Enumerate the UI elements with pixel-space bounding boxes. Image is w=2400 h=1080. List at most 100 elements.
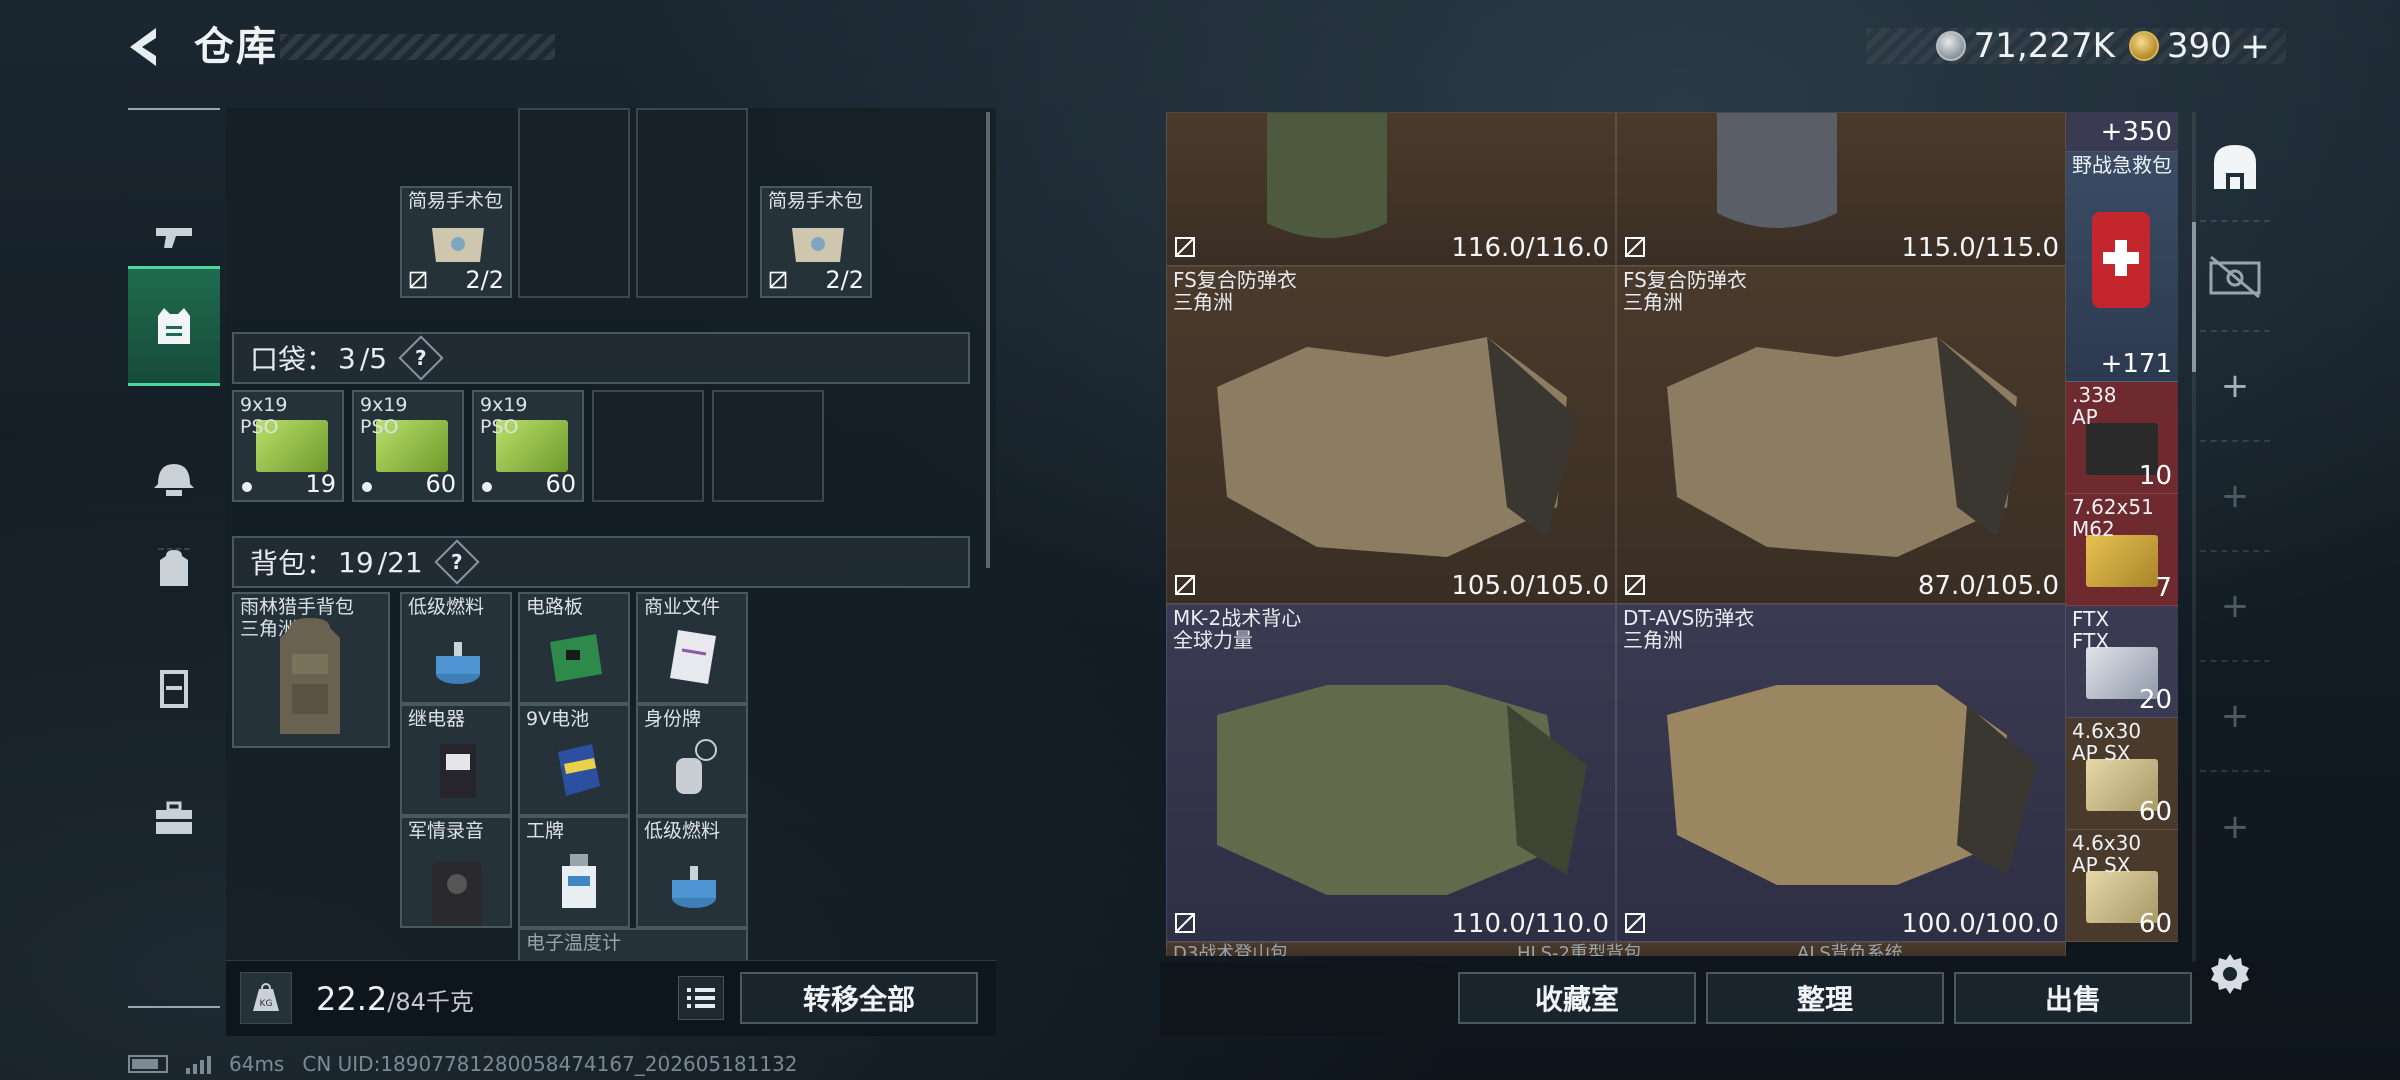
armor-image <box>1667 337 2027 557</box>
chest-rig-icon <box>160 670 188 708</box>
armor-image <box>1267 113 1387 238</box>
stash-tab-main[interactable] <box>2200 112 2270 222</box>
backpack-item-dogtag[interactable]: 身份牌 <box>636 704 748 816</box>
backpack-help-button[interactable]: ? <box>434 539 480 585</box>
category-tools[interactable] <box>128 758 220 878</box>
no-insurance-icon <box>1175 913 1195 933</box>
backpack-capacity: /21 <box>377 545 423 579</box>
backpack-item-fuel[interactable]: 低级燃料 <box>636 816 748 928</box>
currency-silver[interactable]: 71,227K <box>1935 26 2115 66</box>
armor-vest-icon <box>158 308 190 344</box>
weight-current: 22.2 <box>316 980 388 1018</box>
ping-text: 64ms <box>229 1052 285 1076</box>
pocket-label: 口袋： <box>250 343 335 376</box>
category-rail <box>128 108 220 1008</box>
no-insurance-icon <box>1625 575 1645 595</box>
category-chest-rigs[interactable] <box>128 628 220 748</box>
empty-pocket-slot[interactable] <box>712 390 824 502</box>
category-armor[interactable] <box>128 266 220 386</box>
gold-coin-icon <box>2128 31 2159 61</box>
first-aid-kit-icon <box>2092 212 2150 308</box>
add-stash-tab[interactable]: + <box>2200 332 2270 442</box>
organize-button[interactable]: 整理 <box>1706 972 1944 1024</box>
pocket-help-button[interactable]: ? <box>398 335 444 381</box>
svg-text:KG: KG <box>260 999 273 1009</box>
backpack-item-relay[interactable]: 继电器 <box>400 704 512 816</box>
stash-grid: 116.0/116.0 115.0/115.0 FS复合防弹衣 三角洲 105.… <box>1166 112 2066 956</box>
relay-icon <box>440 744 476 798</box>
surgical-kit-slot[interactable]: 简易手术包 2/2 <box>760 186 872 298</box>
surgical-kit-slot[interactable]: 简易手术包 2/2 <box>400 186 512 298</box>
backpack-item-circuit[interactable]: 电路板 <box>518 592 630 704</box>
signal-icon <box>186 1054 211 1074</box>
add-stash-tab[interactable]: + <box>2200 552 2270 662</box>
stash-item-armor[interactable]: 116.0/116.0 <box>1166 112 1616 266</box>
backpack-item-badge[interactable]: 工牌 <box>518 816 630 928</box>
backpack-item-battery[interactable]: 9V电池 <box>518 704 630 816</box>
stash-item-fs-armor[interactable]: FS复合防弹衣 三角洲 87.0/105.0 <box>1616 266 2066 604</box>
stash-item-ammo-46x30[interactable]: 4.6x30 AP SX 60 <box>2066 718 2178 830</box>
armor-image <box>1217 337 1577 557</box>
backpack-item[interactable]: 雨林猎手背包 三角洲 <box>232 592 390 748</box>
empty-slot[interactable] <box>518 108 630 298</box>
stash-item-fs-armor[interactable]: FS复合防弹衣 三角洲 105.0/105.0 <box>1166 266 1616 604</box>
stash-item-first-aid-kit[interactable]: 野战急救包 +171 <box>2066 152 2178 382</box>
circuit-board-icon <box>550 634 602 682</box>
stash-item-ammo-46x30[interactable]: 4.6x30 AP SX 60 <box>2066 830 2178 942</box>
pocket-slot-ammo[interactable]: 9x19 PSO 19 <box>232 390 344 502</box>
left-scrollbar[interactable] <box>986 112 990 568</box>
armor-image <box>1717 113 1837 228</box>
category-backpacks[interactable] <box>128 508 220 628</box>
add-currency-button[interactable]: + <box>2240 26 2270 67</box>
backpack-item-document[interactable]: 商业文件 <box>636 592 748 704</box>
empty-slot[interactable] <box>636 108 748 298</box>
stash-tabs-rail: + + + + + <box>2200 112 2270 932</box>
backpack-item-thermometer[interactable]: 电子温度计 <box>518 928 748 962</box>
add-stash-tab[interactable]: + <box>2200 662 2270 772</box>
document-icon <box>670 630 716 684</box>
pocket-header: 口袋： 3 /5 ? <box>232 332 970 384</box>
pocket-slot-ammo[interactable]: 9x19 PSO 60 <box>352 390 464 502</box>
add-stash-tab[interactable]: + <box>2200 772 2270 882</box>
backpack-label: 背包： <box>250 547 335 580</box>
uid-text: CN UID:18907781280058474167_202605181132 <box>302 1052 798 1076</box>
currency-bar: 71,227K 390 + <box>1866 26 2286 67</box>
weight-readout: 22.2/84千克 <box>316 980 474 1018</box>
empty-pocket-slot[interactable] <box>592 390 704 502</box>
currency-gold[interactable]: 390 + <box>2128 26 2270 67</box>
list-view-button[interactable] <box>678 976 724 1020</box>
title-decoration <box>280 34 555 60</box>
stash-tab-vault[interactable] <box>2200 222 2270 332</box>
stash-item-medkit-top[interactable]: +350 <box>2066 112 2178 152</box>
pocket-slot-ammo[interactable]: 9x19 PSO 60 <box>472 390 584 502</box>
collection-room-button[interactable]: 收藏室 <box>1458 972 1696 1024</box>
stash-item-ammo-762[interactable]: 7.62x51 M62 7 <box>2066 494 2178 606</box>
stash-item-mk2-vest[interactable]: MK-2战术背心 全球力量 110.0/110.0 <box>1166 604 1616 942</box>
recorder-icon <box>432 862 482 926</box>
transfer-all-button[interactable]: 转移全部 <box>740 972 978 1024</box>
settings-button[interactable] <box>2206 950 2266 1010</box>
stash-item-armor[interactable]: 115.0/115.0 <box>1616 112 2066 266</box>
add-stash-tab[interactable]: + <box>2200 442 2270 552</box>
pistol-icon <box>156 228 192 248</box>
stash-item-ammo-338[interactable]: .338 AP 10 <box>2066 382 2178 494</box>
weight-icon: KG <box>240 972 292 1024</box>
stash-item-dt-avs-armor[interactable]: DT-AVS防弹衣 三角洲 100.0/100.0 <box>1616 604 2066 942</box>
backpack-item-recording[interactable]: 军情录音 <box>400 816 512 928</box>
no-insurance-icon <box>409 271 427 289</box>
sell-button[interactable]: 出售 <box>1954 972 2192 1024</box>
no-insurance-icon <box>1625 913 1645 933</box>
no-insurance-icon <box>769 271 787 289</box>
stash-item-ftx[interactable]: FTX FTX 20 <box>2066 606 2178 718</box>
silver-coin-icon <box>1935 31 1966 61</box>
stash-scrollbar[interactable] <box>2192 112 2196 972</box>
pocket-used: 3 <box>338 341 356 375</box>
back-button[interactable] <box>120 22 170 72</box>
no-insurance-icon <box>1625 237 1645 257</box>
backpack-item-fuel[interactable]: 低级燃料 <box>400 592 512 704</box>
dogtag-icon <box>676 739 717 794</box>
fuel-can-icon <box>672 866 716 908</box>
no-insurance-icon <box>1175 237 1195 257</box>
backpack-used: 19 <box>338 545 374 579</box>
backpack-header: 背包： 19 /21 ? <box>232 536 970 588</box>
